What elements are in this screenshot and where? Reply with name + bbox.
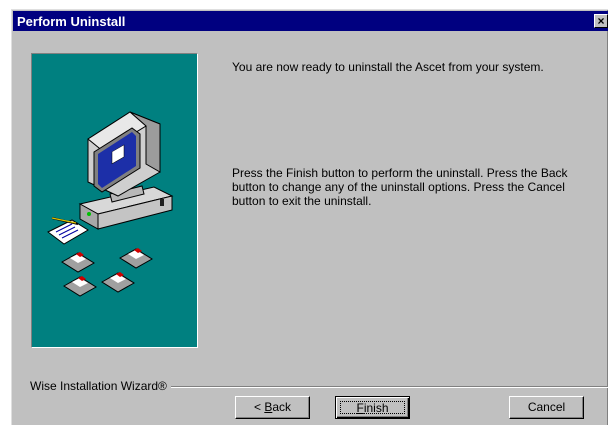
close-icon: × <box>597 14 605 28</box>
floppy-disk-icon <box>119 248 153 269</box>
ready-message: You are now ready to uninstall the Ascet… <box>232 60 544 74</box>
instructions-message: Press the Finish button to perform the u… <box>232 166 568 208</box>
floppy-disk-icon <box>101 272 135 293</box>
floppy-disk-icon <box>61 252 95 273</box>
finish-button-label-rest: inish <box>363 401 389 415</box>
window-title: Perform Uninstall <box>17 14 126 29</box>
finish-button-mnemonic: F <box>356 401 364 415</box>
back-button-label-rest: ack <box>272 400 292 414</box>
floppy-disk-icon <box>63 276 97 297</box>
finish-button[interactable]: Finish <box>335 396 410 419</box>
computer-illustration <box>47 111 174 297</box>
back-button[interactable]: < Back <box>235 396 310 419</box>
back-button-prefix: < <box>253 400 265 414</box>
title-bar[interactable]: Perform Uninstall × <box>13 11 608 31</box>
wizard-illustration-panel <box>31 53 198 348</box>
cancel-button[interactable]: Cancel <box>509 396 584 419</box>
close-button[interactable]: × <box>594 14 608 28</box>
uninstall-dialog: Perform Uninstall × You are now ready to… <box>11 9 608 425</box>
focus-rectangle: Finish <box>340 401 405 414</box>
brand-label: Wise Installation Wizard® <box>30 379 171 393</box>
